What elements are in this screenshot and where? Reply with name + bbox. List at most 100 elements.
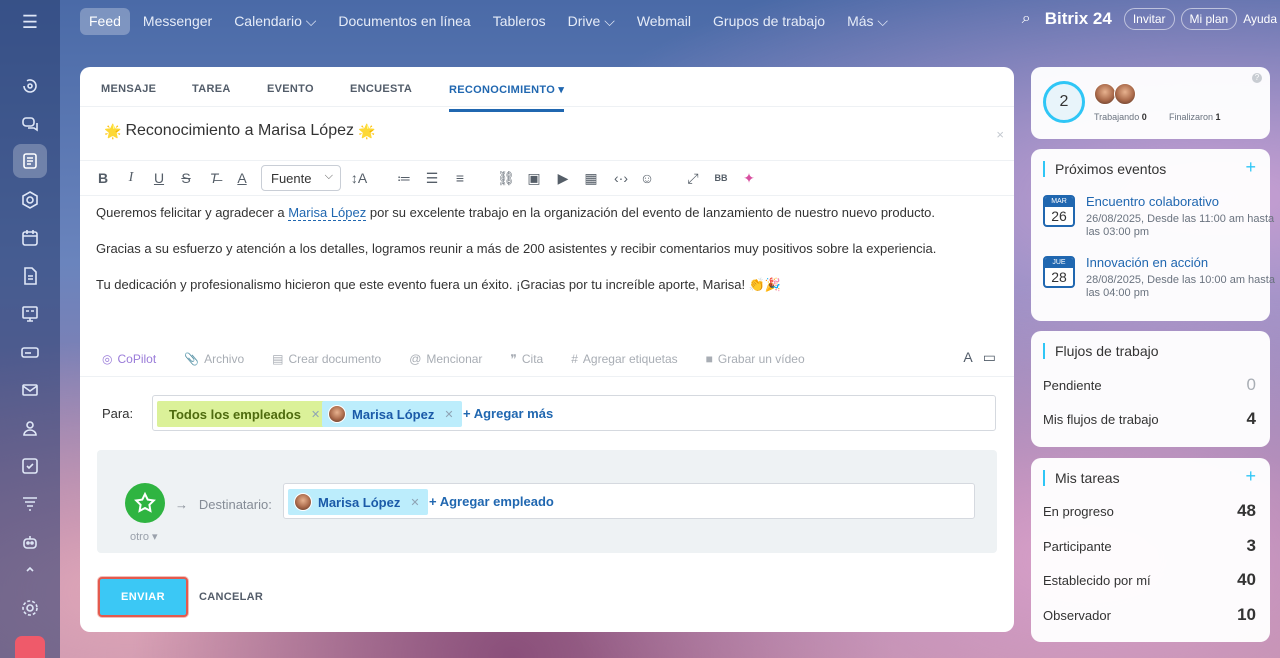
tab-event[interactable]: EVENTO <box>267 83 314 95</box>
copilot-button[interactable]: ◎ CoPilot <box>102 352 156 366</box>
robot-icon[interactable] <box>13 525 47 559</box>
recipients-field[interactable]: Todos los empleados ✕ Marisa López ✕ + Agr… <box>152 395 996 431</box>
help-icon[interactable]: ? <box>1252 73 1262 83</box>
quote-button[interactable]: ❞ Cita <box>510 352 543 366</box>
workflow-row[interactable]: Mis flujos de trabajo 4 <box>1043 409 1256 429</box>
remove-icon[interactable]: ✕ <box>444 408 453 421</box>
underline-icon[interactable]: U <box>150 169 168 187</box>
message-editor[interactable]: Queremos felicitar y agradecer a Marisa … <box>96 204 996 312</box>
search-icon[interactable]: ⌕ <box>1022 10 1031 28</box>
remove-icon[interactable]: ✕ <box>410 496 419 509</box>
my-plan-button[interactable]: Mi plan <box>1180 8 1238 30</box>
bbcode-icon[interactable]: BB <box>712 169 730 187</box>
fullscreen-icon[interactable]: ⤢ <box>684 169 702 187</box>
tasks-icon[interactable] <box>13 449 47 483</box>
video-icon[interactable]: ▶ <box>554 169 572 187</box>
mail-icon[interactable] <box>13 373 47 407</box>
nav-messenger[interactable]: Messenger <box>134 8 221 35</box>
invite-button[interactable]: Invitar <box>1123 8 1175 30</box>
nav-more[interactable]: Más ⌵ <box>838 8 897 35</box>
cancel-button[interactable]: CANCELAR <box>199 591 263 603</box>
menu-icon[interactable]: ☰ <box>18 12 42 36</box>
table-icon[interactable]: ▦ <box>582 169 600 187</box>
bullet-list-icon[interactable]: ☰ <box>423 169 441 187</box>
feed-icon[interactable] <box>13 144 47 178</box>
filter-icon[interactable] <box>13 487 47 521</box>
workflows-title[interactable]: Flujos de trabajo <box>1043 343 1159 359</box>
nav-workgroups[interactable]: Grupos de trabajo <box>704 8 834 35</box>
workflow-row[interactable]: Pendiente 0 <box>1043 375 1256 395</box>
task-row[interactable]: En progreso 48 <box>1043 501 1256 521</box>
drive-icon[interactable] <box>13 335 47 369</box>
font-size-icon[interactable]: ↕A <box>348 169 370 187</box>
tab-poll[interactable]: ENCUESTA <box>350 83 412 95</box>
nav-drive[interactable]: Drive ⌵ <box>559 8 624 35</box>
nav-feed[interactable]: Feed <box>80 8 130 35</box>
numbered-list-icon[interactable]: ≔ <box>395 169 413 187</box>
create-document-button[interactable]: ▤ Crear documento <box>272 352 381 366</box>
badge-type-select[interactable]: otro ▾ <box>130 530 158 543</box>
chat-icon[interactable] <box>13 107 47 141</box>
italic-icon[interactable]: I <box>122 169 140 187</box>
task-row[interactable]: Observador 10 <box>1043 605 1256 625</box>
tab-task[interactable]: TAREA <box>192 83 231 95</box>
my-tasks-title[interactable]: Mis tareas <box>1043 470 1120 486</box>
pulse-icon[interactable] <box>13 69 47 103</box>
close-icon[interactable]: × <box>996 127 1004 142</box>
mention-button[interactable]: @ Mencionar <box>409 352 482 366</box>
add-task-icon[interactable]: + <box>1245 466 1256 487</box>
help-link[interactable]: Ayuda <box>1243 12 1277 26</box>
workflows-widget: Flujos de trabajo Pendiente 0 Mis flujos… <box>1031 331 1270 447</box>
recipient-chip[interactable]: Todos los empleados ✕ <box>157 401 329 427</box>
record-video-button[interactable]: ■ Grabar un vídeo <box>706 352 805 366</box>
recipient-chip[interactable]: Marisa López ✕ <box>322 401 462 427</box>
font-select[interactable]: Fuente ⌵ <box>261 165 341 191</box>
link-icon[interactable]: ⛓ <box>497 169 515 187</box>
company-icon[interactable] <box>13 183 47 217</box>
upcoming-events-title[interactable]: Próximos eventos <box>1043 161 1166 177</box>
event-title[interactable]: Innovación en acción <box>1086 255 1208 270</box>
tab-message[interactable]: MENSAJE <box>101 83 156 95</box>
emoji-icon[interactable]: ☺ <box>638 169 656 187</box>
add-more-link[interactable]: + Agregar más <box>463 406 553 421</box>
groups-icon[interactable] <box>13 411 47 445</box>
task-count: 48 <box>1237 501 1256 520</box>
event-title[interactable]: Encuentro colaborativo <box>1086 194 1219 209</box>
boards-icon[interactable] <box>13 297 47 331</box>
post-title[interactable]: 🌟 Reconocimiento a Marisa López 🌟 <box>100 122 379 140</box>
rocket-icon[interactable] <box>15 636 45 658</box>
recipient-field[interactable]: Marisa López ✕ + Agregar empleado <box>283 483 975 519</box>
nav-calendar[interactable]: Calendario ⌵ <box>225 8 325 35</box>
align-icon[interactable]: ≡ <box>451 169 469 187</box>
nav-online-documents[interactable]: Documentos en línea <box>329 8 479 35</box>
more-up-icon[interactable] <box>13 563 47 575</box>
magic-image-icon[interactable]: ✦ <box>740 169 758 187</box>
mention-link[interactable]: Marisa López <box>288 205 367 221</box>
bold-icon[interactable]: B <box>94 169 112 187</box>
nav-webmail[interactable]: Webmail <box>628 8 700 35</box>
clear-format-icon[interactable]: T̶ <box>205 169 223 187</box>
remove-icon[interactable]: ✕ <box>311 408 320 421</box>
recipient-chip[interactable]: Marisa López ✕ <box>288 489 428 515</box>
file-button[interactable]: 📎 Archivo <box>184 352 244 366</box>
image-icon[interactable]: ▣ <box>525 169 543 187</box>
text-color-icon[interactable]: A <box>233 169 251 187</box>
code-icon[interactable]: ‹·› <box>610 169 632 187</box>
strikethrough-icon[interactable]: S <box>177 169 195 187</box>
badge-selector[interactable] <box>125 483 165 523</box>
tab-appreciation[interactable]: RECONOCIMIENTO ▾ <box>449 83 565 112</box>
send-button[interactable]: ENVIAR <box>98 577 188 617</box>
event-month: MAR <box>1045 197 1073 207</box>
pulse-widget[interactable]: 2 Trabajando 0 Finalizaron 1 ? <box>1031 67 1270 139</box>
settings-icon[interactable] <box>13 591 47 625</box>
add-tags-button[interactable]: # Agregar etiquetas <box>571 352 677 366</box>
text-format-icon[interactable]: A <box>963 349 972 366</box>
documents-icon[interactable] <box>13 259 47 293</box>
task-row[interactable]: Participante 3 <box>1043 536 1256 556</box>
calendar-icon[interactable] <box>13 221 47 255</box>
task-row[interactable]: Establecido por mí 40 <box>1043 570 1256 590</box>
add-event-icon[interactable]: + <box>1245 157 1256 178</box>
panel-toggle-icon[interactable]: ▭ <box>983 349 996 366</box>
nav-boards[interactable]: Tableros <box>484 8 555 35</box>
add-employee-link[interactable]: + Agregar empleado <box>429 494 554 509</box>
